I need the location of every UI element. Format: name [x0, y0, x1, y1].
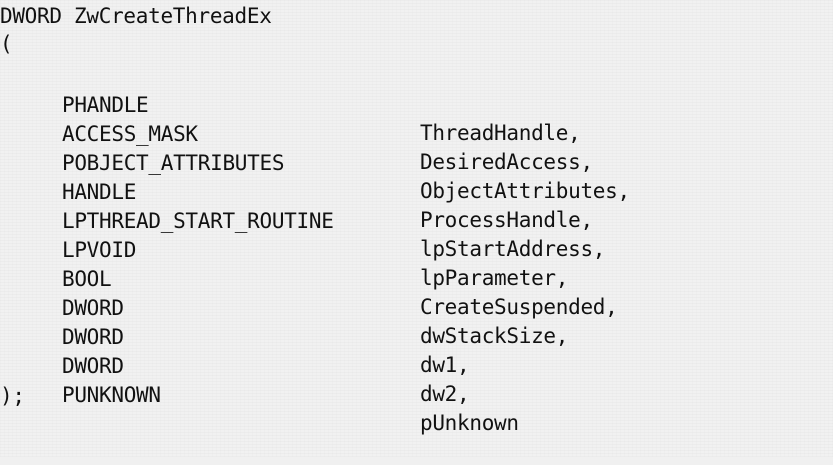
param-line: DWORD dwStackSize, [0, 266, 833, 348]
param-line: LPTHREAD_START_ROUTINE lpStartAddress, [0, 179, 833, 261]
param-line: POBJECT_ATTRIBUTES ObjectAttributes, [0, 121, 833, 203]
param-line: ACCESS_MASK DesiredAccess, [0, 92, 833, 174]
param-line: PHANDLE ThreadHandle, [0, 63, 833, 145]
param-name: dw2, [420, 382, 470, 406]
param-type: PUNKNOWN [62, 383, 161, 407]
code-page: DWORD ZwCreateThreadEx ( PHANDLE ThreadH… [0, 0, 833, 457]
param-line: PUNKNOWN pUnknown [0, 353, 833, 435]
param-name: pUnknown [420, 411, 519, 435]
param-line: DWORD dw2, [0, 324, 833, 406]
param-line: BOOL CreateSuspended, [0, 237, 833, 319]
param-line: HANDLE ProcessHandle, [0, 150, 833, 232]
close-paren: ); [0, 384, 25, 408]
function-signature: DWORD ZwCreateThreadEx [0, 4, 272, 28]
param-line: DWORD dw1, [0, 295, 833, 377]
param-line: LPVOID lpParameter, [0, 208, 833, 290]
open-paren: ( [0, 32, 13, 56]
